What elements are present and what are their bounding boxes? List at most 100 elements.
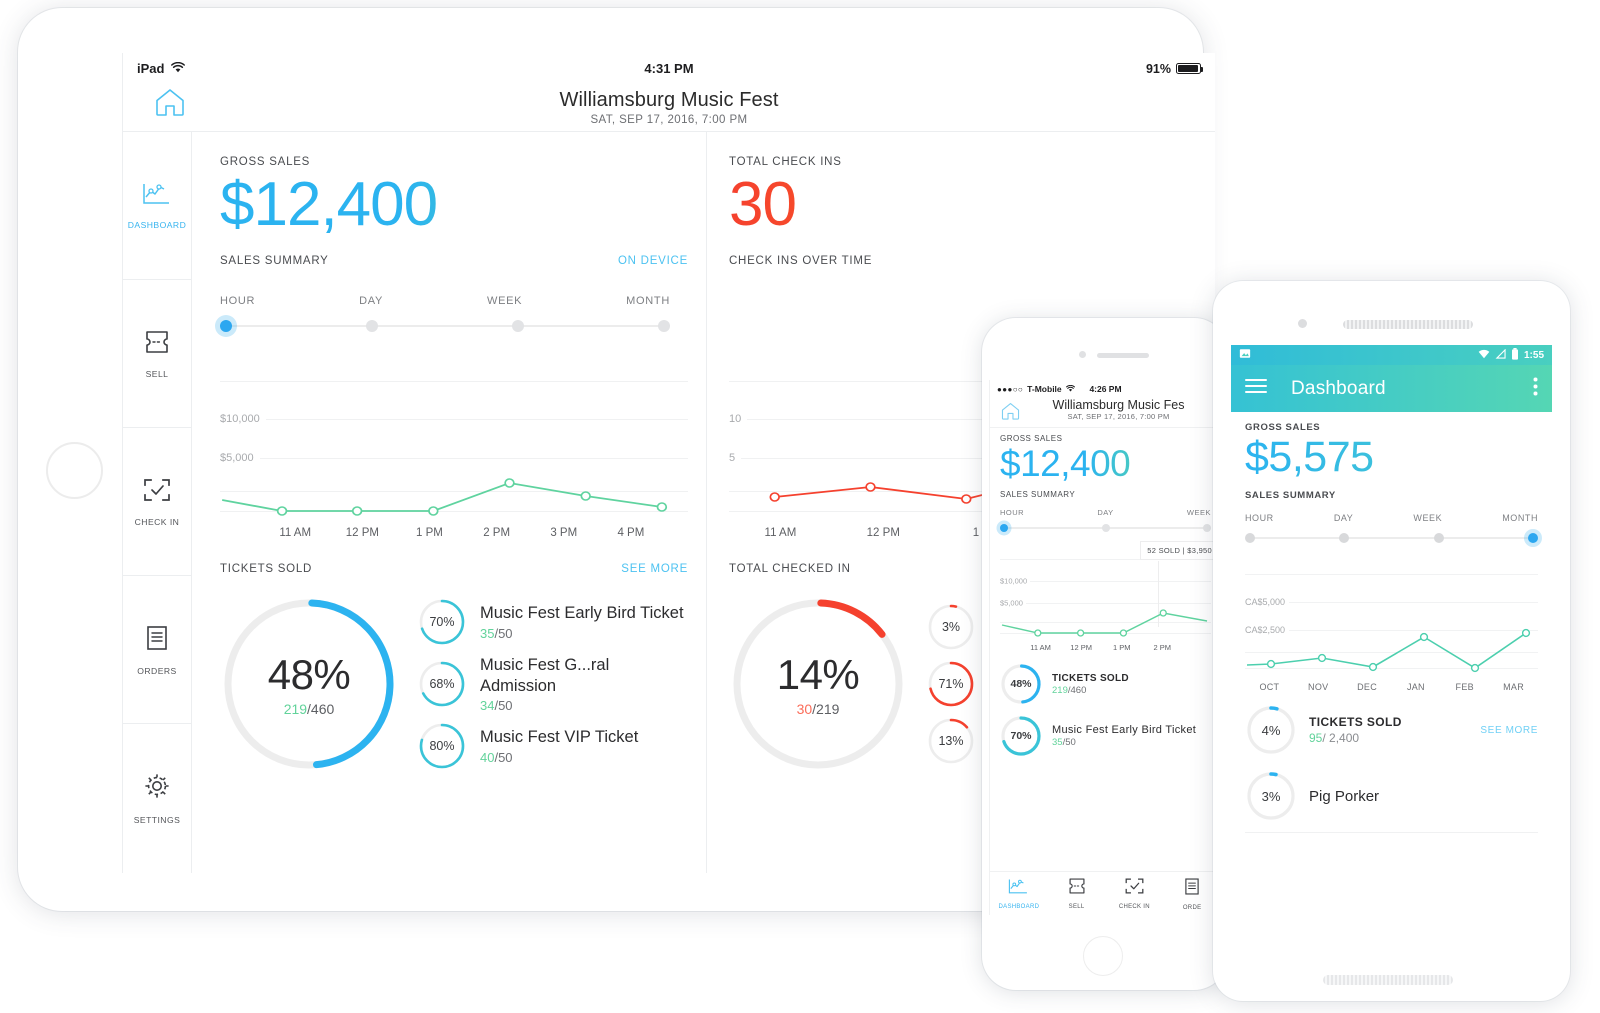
list-item[interactable]: 80% Music Fest VIP Ticket 40/50 <box>418 722 688 770</box>
x-tick: 2 PM <box>483 527 511 540</box>
android-sales-line-series <box>1245 629 1531 673</box>
ipad-home-button[interactable] <box>46 442 103 499</box>
sales-summary-chart: $10,000 $5,000 11 AM 12 PM 1 PM 2 PM 3 P… <box>220 363 688 540</box>
battery-icon <box>1511 347 1519 363</box>
chart-line-icon <box>142 182 172 211</box>
iphone-ticket-type-name: Music Fest Early Bird Ticket <box>1052 724 1197 737</box>
sidebar-item-settings[interactable]: SETTINGS <box>123 724 191 872</box>
checked-in-type-donut: 3% <box>927 603 975 651</box>
x-tick: 12 PM <box>345 527 379 540</box>
slider-dot-month[interactable] <box>658 320 670 333</box>
home-icon[interactable] <box>153 86 187 123</box>
x-tick: 11 AM <box>1030 643 1051 653</box>
x-tick: 3 PM <box>550 527 578 540</box>
iphone-ticket-type-donut: 70% <box>1000 715 1042 757</box>
ticket-type-pct: 70% <box>429 615 455 630</box>
android-see-more-link[interactable]: SEE MORE <box>1480 725 1538 736</box>
iphone-range-label-week[interactable]: WEEK <box>1187 508 1211 517</box>
on-device-link[interactable]: ON DEVICE <box>618 255 688 267</box>
iphone-tickets-sold-summary[interactable]: 48% TICKETS SOLD 219/460 <box>1000 663 1211 705</box>
tickets-sold-section: 48% 219/460 70% Music Fest Early Bird Ti… <box>220 595 688 773</box>
screenshot-stage: iPad 4:31 PM 91% Williamsburg Music Fest <box>0 0 1600 1013</box>
ticket-icon <box>143 329 171 360</box>
iphone-slider-dot-day[interactable] <box>1101 524 1110 533</box>
iphone-home-button[interactable] <box>1083 936 1123 976</box>
tab-sell[interactable]: SELL <box>1048 872 1106 915</box>
battery-icon <box>1176 63 1204 74</box>
hamburger-menu-icon[interactable] <box>1245 378 1267 399</box>
android-tickets-sold-summary[interactable]: 4% TICKETS SOLD 95/ 2,400 SEE MORE <box>1245 690 1538 756</box>
x-tick: 2 PM <box>1153 643 1172 653</box>
ticket-type-fraction: 35/50 <box>480 625 513 641</box>
home-icon[interactable] <box>1000 401 1021 426</box>
slider-dot-day[interactable] <box>366 320 378 333</box>
ticket-type-name: Music Fest Early Bird Ticket <box>480 604 684 623</box>
android-range-label-day[interactable]: DAY <box>1334 513 1354 523</box>
android-range-label-week[interactable]: WEEK <box>1413 513 1442 523</box>
android-range-label-month[interactable]: MONTH <box>1502 513 1538 523</box>
ticket-type-name: Music Fest G...ral Admission <box>480 656 610 695</box>
sidebar-item-orders[interactable]: ORDERS <box>123 576 191 724</box>
range-label-month[interactable]: MONTH <box>626 295 670 307</box>
sales-summary-title: SALES SUMMARY <box>220 255 329 268</box>
list-item[interactable]: 68% Music Fest G...ral Admission 34/50 <box>418 655 688 713</box>
slider-dot-hour[interactable] <box>220 320 232 333</box>
total-check-ins-label: TOTAL CHECK INS <box>729 156 842 168</box>
android-tickets-sold-donut: 4% <box>1245 704 1297 756</box>
see-more-link[interactable]: SEE MORE <box>621 563 688 575</box>
x-tick: FEB <box>1455 682 1474 693</box>
ticket-icon <box>1067 877 1087 900</box>
android-sales-summary-title: SALES SUMMARY <box>1245 490 1336 502</box>
android-range-slider[interactable]: HOUR DAY WEEK MONTH <box>1245 513 1538 544</box>
iphone-range-label-day[interactable]: DAY <box>1097 508 1113 517</box>
ticket-type-donut: 70% <box>418 598 466 646</box>
ticket-type-fraction: 34/50 <box>480 698 513 714</box>
x-tick: 11 AM <box>764 527 797 540</box>
iphone-x-axis: 11 AM 12 PM 1 PM 2 PM <box>1000 643 1211 652</box>
sidebar-item-label: ORDERS <box>137 665 177 676</box>
iphone-tab-bar: DASHBOARD SELL CHECK IN ORDE <box>990 871 1221 915</box>
sidebar-item-dashboard[interactable]: DASHBOARD <box>123 132 191 280</box>
android-range-label-hour[interactable]: HOUR <box>1245 513 1274 523</box>
checked-in-type-donut: 13% <box>927 717 975 765</box>
range-label-day[interactable]: DAY <box>359 295 383 307</box>
tab-label: SELL <box>1068 904 1085 910</box>
checked-in-pct: 14% <box>776 651 860 699</box>
iphone-list-item[interactable]: 70% Music Fest Early Bird Ticket 35/50 <box>1000 715 1211 757</box>
x-tick: DEC <box>1357 682 1378 693</box>
list-item[interactable]: 70% Music Fest Early Bird Ticket 35/50 <box>418 598 688 646</box>
range-label-week[interactable]: WEEK <box>487 295 522 307</box>
android-list-item[interactable]: 3% Pig Porker <box>1245 756 1538 822</box>
iphone-range-label-hour[interactable]: HOUR <box>1000 508 1024 517</box>
overflow-menu-icon[interactable] <box>1533 377 1538 401</box>
total-checked-in-title: TOTAL CHECKED IN <box>729 563 851 576</box>
android-slider-dot-week[interactable] <box>1433 533 1444 544</box>
android-gross-sales-label: GROSS SALES <box>1245 422 1321 433</box>
android-tickets-sold-label: TICKETS SOLD <box>1309 715 1402 730</box>
iphone-page-title: Williamsburg Music Fes <box>1052 398 1185 412</box>
android-speaker <box>1343 320 1473 329</box>
sales-column: GROSS SALES $12,400 SALES SUMMARY ON DEV… <box>192 132 706 873</box>
android-status-time: 1:55 <box>1523 349 1544 361</box>
android-device-frame: 1:55 Dashboard GROSS SALES $5,575 SALES … <box>1213 281 1570 1001</box>
iphone-slider-dot-week[interactable] <box>1203 524 1211 533</box>
android-content: GROSS SALES $5,575 SALES SUMMARY HOUR DA… <box>1231 412 1552 834</box>
range-label-hour[interactable]: HOUR <box>220 295 255 307</box>
iphone-slider-dot-hour[interactable] <box>1000 524 1008 533</box>
sidebar-item-sell[interactable]: SELL <box>123 280 191 428</box>
android-slider-dot-hour[interactable] <box>1245 533 1255 544</box>
tab-label: DASHBOARD <box>998 903 1040 910</box>
ipad-status-time: 4:31 PM <box>644 61 694 76</box>
iphone-range-slider[interactable]: HOUR DAY WEEK <box>1000 508 1211 533</box>
android-slider-dot-month[interactable] <box>1527 533 1538 544</box>
x-tick: 12 PM <box>866 527 900 540</box>
slider-dot-week[interactable] <box>512 320 524 333</box>
android-slider-dot-day[interactable] <box>1339 533 1350 544</box>
sidebar-item-check-in[interactable]: CHECK IN <box>123 428 191 576</box>
sales-range-slider[interactable]: HOUR DAY WEEK MONTH <box>220 295 688 333</box>
tab-check-in[interactable]: CHECK IN <box>1106 872 1164 915</box>
iphone-tickets-sold-pct: 48% <box>1010 678 1032 691</box>
ticket-type-fraction: 40/50 <box>480 750 513 766</box>
tab-dashboard[interactable]: DASHBOARD <box>990 872 1048 915</box>
sales-line-series <box>220 478 668 516</box>
